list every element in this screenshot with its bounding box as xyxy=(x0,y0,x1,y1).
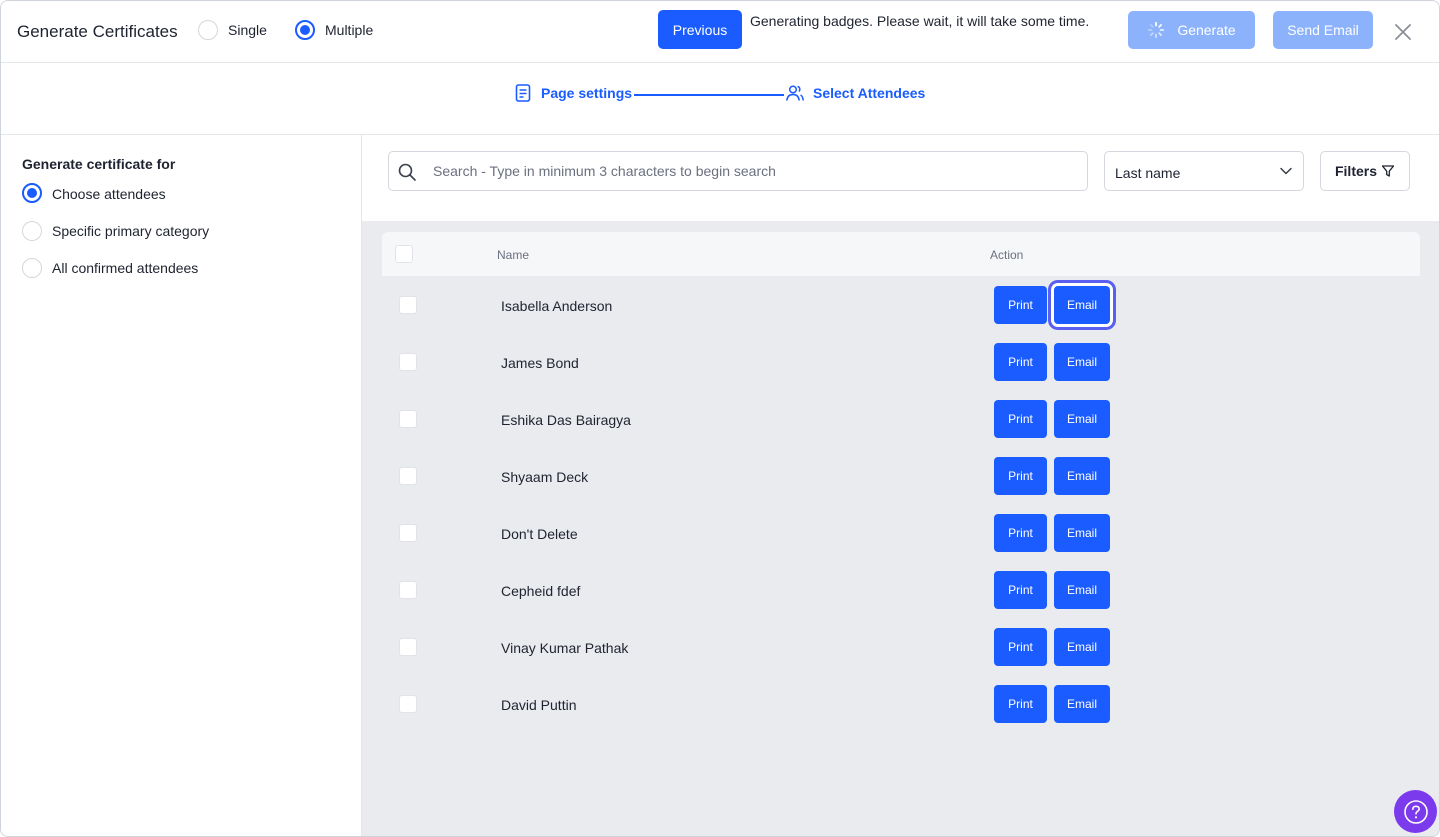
row-checkbox[interactable] xyxy=(399,353,417,371)
table-header: Name Action xyxy=(382,232,1420,276)
table-row: Don't Delete Print Email xyxy=(382,504,1420,561)
status-message: Generating badges. Please wait, it will … xyxy=(750,13,1090,29)
email-button[interactable]: Email xyxy=(1054,457,1110,495)
table-row: Cepheid fdef Print Email xyxy=(382,561,1420,618)
sort-select[interactable]: Last name xyxy=(1104,151,1304,191)
radio-choose-attendees[interactable] xyxy=(22,183,42,203)
attendee-name: Don't Delete xyxy=(501,526,578,542)
table-row: Isabella Anderson Print Email xyxy=(382,276,1420,333)
row-checkbox[interactable] xyxy=(399,638,417,656)
step-connector xyxy=(634,94,784,96)
attendee-panel: Last name Filters Name Action Isabella A… xyxy=(362,135,1439,836)
column-action: Action xyxy=(990,248,1024,262)
attendee-name: Shyaam Deck xyxy=(501,469,589,485)
row-checkbox[interactable] xyxy=(399,410,417,428)
mode-label-multiple: Multiple xyxy=(325,22,374,38)
print-button[interactable]: Print xyxy=(994,514,1047,552)
attendee-name: Isabella Anderson xyxy=(501,298,613,314)
table-row: Shyaam Deck Print Email xyxy=(382,447,1420,504)
email-button[interactable]: Email xyxy=(1054,343,1110,381)
search-icon xyxy=(398,163,416,181)
row-checkbox[interactable] xyxy=(399,581,417,599)
option-choose-attendees: Choose attendees xyxy=(52,186,166,202)
send-email-button[interactable]: Send Email xyxy=(1273,11,1373,49)
attendee-name: David Puttin xyxy=(501,697,577,713)
modal-title: Generate Certificates xyxy=(17,22,178,41)
attendee-name: Vinay Kumar Pathak xyxy=(501,640,629,656)
print-button[interactable]: Print xyxy=(994,400,1047,438)
print-button[interactable]: Print xyxy=(994,343,1047,381)
generate-label: Generate xyxy=(1177,22,1236,38)
email-button[interactable]: Email xyxy=(1054,628,1110,666)
option-all-confirmed-attendees: All confirmed attendees xyxy=(52,260,199,276)
table-row: David Puttin Print Email xyxy=(382,675,1420,732)
step-select-attendees[interactable]: Select Attendees xyxy=(813,85,925,101)
option-specific-primary-category: Specific primary category xyxy=(52,223,210,239)
print-button[interactable]: Print xyxy=(994,628,1047,666)
row-checkbox[interactable] xyxy=(399,695,417,713)
previous-button[interactable]: Previous xyxy=(658,10,742,49)
attendee-name: Cepheid fdef xyxy=(501,583,581,599)
row-checkbox[interactable] xyxy=(399,467,417,485)
print-button[interactable]: Print xyxy=(994,286,1047,324)
email-button[interactable]: Email xyxy=(1054,685,1110,723)
print-button[interactable]: Print xyxy=(994,457,1047,495)
stepper: Page settings Select Attendees xyxy=(1,63,1439,135)
generate-button[interactable]: Generate xyxy=(1128,11,1255,49)
step-page-settings[interactable]: Page settings xyxy=(541,85,632,101)
certificate-modal: Generate Certificates Single Multiple Pr… xyxy=(0,0,1440,837)
sidebar: Generate certificate for Choose attendee… xyxy=(1,135,362,836)
table-row: James Bond Print Email xyxy=(382,333,1420,390)
print-button[interactable]: Print xyxy=(994,685,1047,723)
mode-radio-multiple[interactable] xyxy=(295,20,315,40)
document-icon xyxy=(515,84,531,102)
filters-button[interactable]: Filters xyxy=(1320,151,1410,191)
mode-label-single: Single xyxy=(228,22,267,38)
filter-icon xyxy=(1381,165,1395,177)
select-all-checkbox[interactable] xyxy=(395,245,413,263)
question-icon xyxy=(1403,799,1428,824)
sort-value: Last name xyxy=(1115,165,1181,181)
sidebar-heading: Generate certificate for xyxy=(22,156,176,172)
row-checkbox[interactable] xyxy=(399,296,417,314)
modal-header: Generate Certificates Single Multiple Pr… xyxy=(1,1,1439,63)
toolbar: Last name Filters xyxy=(362,135,1439,221)
close-icon[interactable] xyxy=(1393,22,1413,42)
attendee-name: James Bond xyxy=(501,355,579,371)
help-button[interactable] xyxy=(1394,790,1437,833)
radio-specific-primary-category[interactable] xyxy=(22,221,42,241)
email-button[interactable]: Email xyxy=(1054,571,1110,609)
radio-all-confirmed-attendees[interactable] xyxy=(22,258,42,278)
email-button[interactable]: Email xyxy=(1054,400,1110,438)
email-button[interactable]: Email xyxy=(1054,514,1110,552)
search-input[interactable] xyxy=(433,152,1073,190)
chevron-down-icon xyxy=(1280,167,1292,175)
row-checkbox[interactable] xyxy=(399,524,417,542)
search-box xyxy=(388,151,1088,191)
attendee-name: Eshika Das Bairagya xyxy=(501,412,631,428)
table-row: Vinay Kumar Pathak Print Email xyxy=(382,618,1420,675)
loading-spinner-icon xyxy=(1148,21,1165,39)
email-button[interactable]: Email xyxy=(1054,286,1110,324)
print-button[interactable]: Print xyxy=(994,571,1047,609)
table-row: Eshika Das Bairagya Print Email xyxy=(382,390,1420,447)
mode-radio-single[interactable] xyxy=(198,20,218,40)
users-icon xyxy=(786,85,804,101)
column-name: Name xyxy=(497,248,530,262)
filters-label: Filters xyxy=(1334,163,1377,179)
